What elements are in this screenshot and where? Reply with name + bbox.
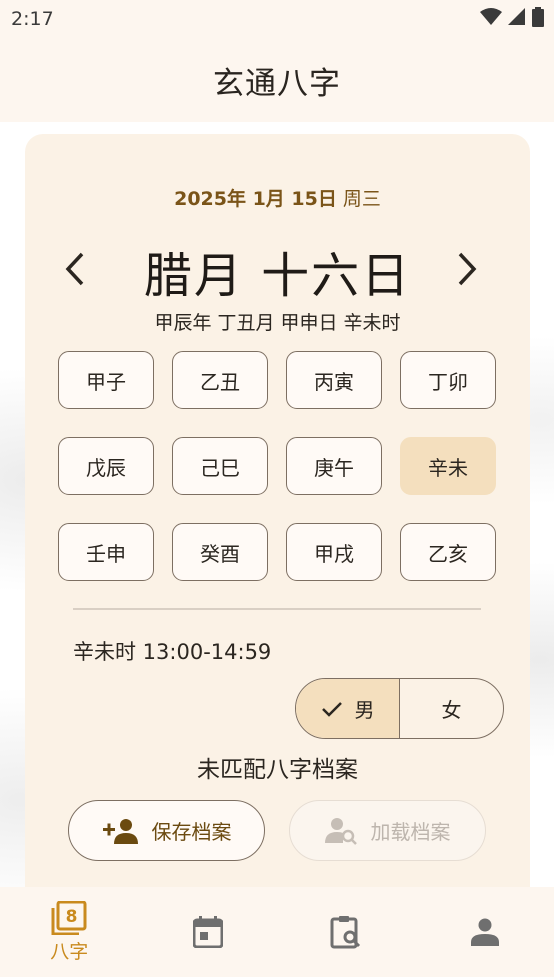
ganzhi-line: 甲辰年 丁丑月 甲申日 辛未时: [154, 312, 401, 334]
hour-chip[interactable]: 辛未: [400, 437, 496, 495]
save-profile-label: 保存档案: [151, 820, 232, 844]
gender-female-label: 女: [441, 698, 462, 722]
check-icon: [321, 701, 342, 717]
status-time: 2:17: [11, 8, 54, 30]
divider: [73, 608, 481, 610]
hour-chip[interactable]: 甲戌: [286, 523, 382, 581]
calendar-icon: [192, 916, 223, 948]
hour-chip[interactable]: 丙寅: [286, 351, 382, 409]
save-profile-button[interactable]: 保存档案: [68, 800, 265, 861]
hour-chip[interactable]: 壬申: [58, 523, 154, 581]
bazi-book-icon: 8: [51, 900, 87, 935]
battery-icon: [532, 7, 544, 31]
add-person-icon: [102, 818, 138, 844]
gender-male-label: 男: [354, 698, 375, 722]
gender-toggle: 男 女: [295, 678, 504, 739]
match-status: 未匹配八字档案: [197, 757, 358, 783]
signal-icon: [508, 8, 526, 30]
gender-male-option[interactable]: 男: [296, 679, 400, 738]
hour-chip[interactable]: 丁卯: [400, 351, 496, 409]
nav-item-calendar[interactable]: [139, 887, 278, 977]
hour-range: 辛未时 13:00-14:59: [73, 640, 272, 664]
wifi-icon: [480, 8, 502, 30]
hour-chip[interactable]: 甲子: [58, 351, 154, 409]
solar-date: 2025年 1月 15日: [174, 188, 337, 210]
load-profile-button[interactable]: 加载档案: [289, 800, 486, 861]
hour-chip[interactable]: 戊辰: [58, 437, 154, 495]
hour-chip[interactable]: 庚午: [286, 437, 382, 495]
load-profile-label: 加载档案: [370, 820, 451, 844]
nav-item-bazi[interactable]: 8 八字: [0, 887, 139, 977]
person-icon: [470, 918, 499, 946]
weekday: 周三: [342, 188, 381, 210]
app-title: 玄通八字: [213, 65, 341, 102]
next-day-button[interactable]: [447, 244, 487, 294]
gender-female-option[interactable]: 女: [400, 679, 503, 738]
hour-grid: 甲子 乙丑 丙寅 丁卯戊辰 己巳 庚午 辛未壬申 癸酉 甲戌 乙亥: [58, 351, 496, 581]
person-search-icon: [324, 817, 357, 845]
solar-date-line[interactable]: 2025年 1月 15日 周三: [25, 184, 530, 211]
bottom-nav: 8 八字: [0, 887, 554, 977]
nav-label-bazi: 八字: [50, 940, 89, 963]
nav-item-profile[interactable]: [416, 887, 554, 977]
status-bar: 2:17: [0, 0, 554, 38]
app-bar: 玄通八字: [0, 38, 554, 122]
status-icons: [480, 7, 544, 31]
clipboard-search-icon: [330, 916, 361, 949]
hour-chip[interactable]: 癸酉: [172, 523, 268, 581]
date-card: 2025年 1月 15日 周三 腊月 十六日 甲辰年 丁丑月 甲申日 辛未时 甲子…: [25, 134, 530, 904]
svg-text:8: 8: [66, 907, 78, 927]
chevron-right-icon: [458, 252, 477, 286]
nav-item-search-record[interactable]: [277, 887, 416, 977]
hour-chip[interactable]: 己巳: [172, 437, 268, 495]
hour-chip[interactable]: 乙亥: [400, 523, 496, 581]
hour-chip[interactable]: 乙丑: [172, 351, 268, 409]
